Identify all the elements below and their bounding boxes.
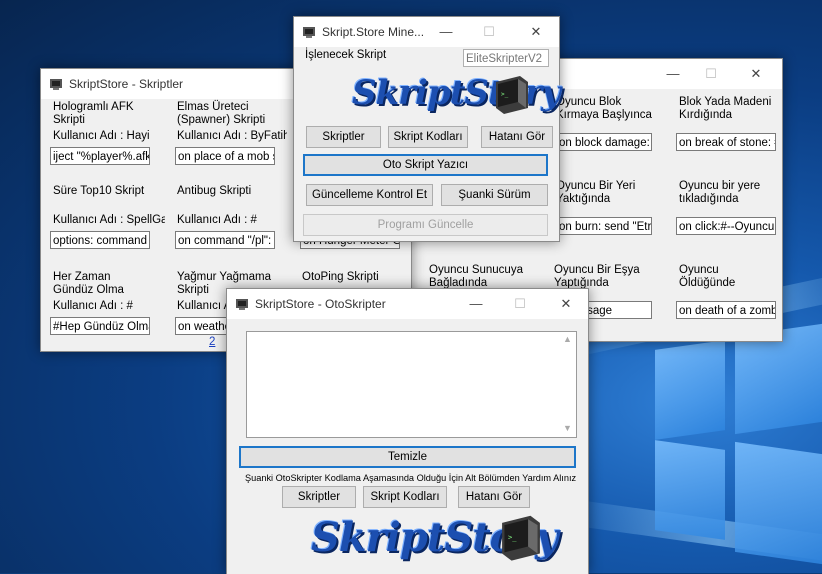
script-card-title: Antibug Skripti: [177, 185, 252, 197]
event-card-title: Oyuncu Blok Kırmaya Başlyınca: [556, 96, 652, 121]
windows-logo-pane: [655, 440, 725, 540]
script-codes-button[interactable]: Skript Kodları: [388, 126, 468, 148]
event-code-field[interactable]: on block damage:: [556, 133, 652, 151]
maximize-icon[interactable]: ☐: [472, 22, 506, 42]
script-code-field[interactable]: on place of a mob sp: [175, 147, 275, 165]
close-icon[interactable]: ✕: [549, 294, 583, 314]
script-card-user: Kullanıcı Adı : SpellGame: [53, 214, 165, 226]
computer-icon: >_: [496, 76, 528, 114]
window-title: SkriptStore - OtoSkripter: [255, 297, 386, 311]
event-card-title: Oyuncu Sunucuya Bağladında: [429, 264, 523, 289]
svg-text:>_: >_: [501, 91, 509, 98]
minimize-icon[interactable]: —: [429, 22, 463, 42]
scripts-button[interactable]: Skriptler: [306, 126, 381, 148]
scroll-down-icon[interactable]: ▼: [563, 423, 572, 433]
event-card-title: Oyuncu bir yere tıkladığında: [679, 180, 761, 205]
title-bar: SkriptStore - OtoSkripter — ☐ ✕: [227, 289, 588, 319]
update-program-button[interactable]: Programı Güncelle: [303, 214, 548, 236]
event-card-title: Oyuncu Bir Eşya Yaptığında: [554, 264, 640, 289]
code-textarea[interactable]: [246, 331, 577, 438]
scripts-button[interactable]: Skriptler: [282, 486, 356, 508]
event-code-field[interactable]: on break of stone: #: [676, 133, 776, 151]
script-code-field[interactable]: on weathe: [175, 317, 227, 335]
autoscripter-window: SkriptStore - OtoSkripter — ☐ ✕ ▲ ▼ Temi…: [226, 288, 589, 574]
script-code-field[interactable]: options: command: [50, 231, 150, 249]
svg-text:>_: >_: [508, 532, 517, 541]
auto-script-writer-button[interactable]: Oto Skript Yazıcı: [303, 154, 548, 176]
script-code-field[interactable]: on command "/pl":: [175, 231, 275, 249]
event-code-field[interactable]: on burn: send "Etr: [556, 217, 652, 235]
script-card-title: OtoPing Skripti: [302, 271, 379, 283]
event-card-title: Blok Yada Madeni Kırdığında: [679, 96, 772, 121]
scroll-up-icon[interactable]: ▲: [563, 334, 572, 344]
event-card-title: Oyuncu Öldüğünde: [679, 264, 736, 289]
event-code-field[interactable]: on click:#--Oyuncu: [676, 217, 776, 235]
textarea-scrollbar[interactable]: ▲ ▼: [559, 332, 576, 437]
report-error-button[interactable]: Hatanı Gör: [458, 486, 530, 508]
minimize-icon[interactable]: —: [459, 294, 493, 314]
current-version-button[interactable]: Şuanki Sürüm: [441, 184, 548, 206]
script-card-title: Her Zaman Gündüz Olma: [53, 271, 124, 296]
script-label: İşlenecek Skript: [305, 49, 387, 61]
script-card-title: Hologramlı AFK Skripti: [53, 101, 134, 126]
maximize-icon[interactable]: ☐: [694, 64, 728, 84]
main-window: Skript.Store Mine... — ☐ ✕ İşlenecek Skr…: [293, 16, 561, 242]
window-title: Skript.Store Mine...: [322, 25, 425, 39]
windows-logo-pane: [655, 340, 725, 440]
maximize-icon[interactable]: ☐: [503, 294, 537, 314]
status-notice: Şuanki OtoSkripter Kodlama Aşamasında Ol…: [245, 473, 577, 483]
computer-icon: [303, 27, 315, 38]
script-codes-button[interactable]: Skript Kodları: [363, 486, 447, 508]
script-card-user: Kullanıcı Adı : #: [53, 300, 133, 312]
report-error-button[interactable]: Hatanı Gör: [481, 126, 553, 148]
script-card-user: Kullanıcı Adı : #: [177, 214, 257, 226]
script-card-title: Elmas Üreteci (Spawner) Skripti: [177, 101, 266, 126]
script-code-field[interactable]: #Hep Gündüz Olma: [50, 317, 150, 335]
script-card-title: Süre Top10 Skript: [53, 185, 145, 197]
computer-icon: [50, 79, 62, 90]
computer-icon: >_: [502, 515, 540, 561]
minimize-icon[interactable]: —: [656, 64, 690, 84]
clear-button[interactable]: Temizle: [239, 446, 576, 468]
close-icon[interactable]: ✕: [519, 22, 553, 42]
computer-icon: [236, 299, 248, 310]
script-code-field[interactable]: iject "%player%.afk": [50, 147, 150, 165]
event-card-title: Oyuncu Bir Yeri Yaktığında: [556, 180, 636, 205]
title-bar: Skript.Store Mine... — ☐ ✕: [294, 17, 559, 47]
windows-logo-pane: [735, 441, 822, 565]
event-code-field[interactable]: on death of a zombi: [676, 301, 776, 319]
script-card-user: Kullanıcı Adı : ByFatih: [177, 130, 287, 142]
page-link[interactable]: 2: [209, 336, 215, 349]
script-name-field[interactable]: EliteSkripterV2: [463, 49, 549, 67]
script-card-user: Kullanıcı Adı : Hayi: [53, 130, 150, 142]
window-title: SkriptStore - Skriptler: [69, 77, 184, 91]
close-icon[interactable]: ✕: [739, 64, 773, 84]
script-card-user: Kullanıcı A: [177, 300, 232, 312]
update-check-button[interactable]: Güncelleme Kontrol Et: [306, 184, 433, 206]
